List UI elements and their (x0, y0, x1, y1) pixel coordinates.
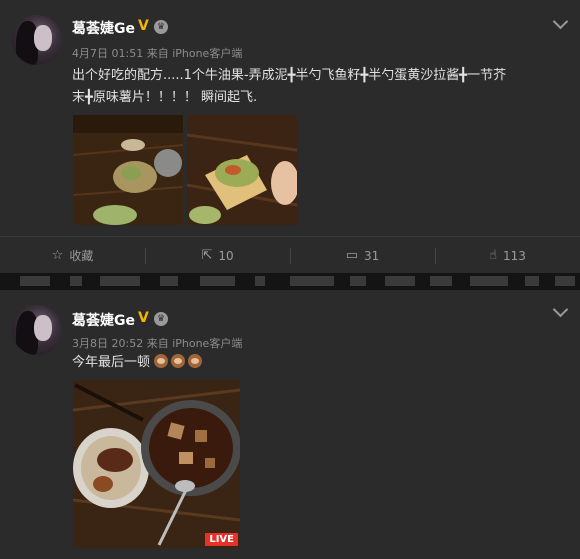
post-image-2[interactable] (187, 115, 297, 225)
post-text-line: 出个好吃的配方.....1个牛油果-弄成泥╋半勺飞鱼籽╋半勺蛋黄沙拉酱╋一节芥 (72, 68, 507, 83)
post-date[interactable]: 3月8日 20:52 (72, 337, 143, 350)
chevron-down-icon[interactable] (552, 301, 569, 318)
like-button[interactable]: ☝ 113 (435, 237, 580, 274)
repost-button[interactable]: ⇱ 10 (145, 237, 290, 274)
chevron-down-icon[interactable] (552, 13, 569, 30)
comment-button[interactable]: ▭ 31 (290, 237, 435, 274)
favorite-button[interactable]: ☆ 收藏 (0, 237, 145, 274)
avatar[interactable] (12, 305, 62, 355)
star-icon: ☆ (51, 248, 64, 263)
post-text: 今年最后一顿 (72, 352, 572, 374)
divider-strip (0, 273, 580, 290)
share-icon: ⇱ (201, 248, 213, 263)
weibo-post-1: 葛荟婕Ge V ♛ 4月7日 01:51 来自 iPhone客户端 出个好吃的配… (0, 0, 580, 236)
post-meta: 4月7日 01:51 来自 iPhone客户端 (72, 45, 242, 61)
like-count: 113 (503, 248, 526, 263)
comment-icon: ▭ (345, 248, 358, 263)
member-crown-icon: ♛ (154, 312, 168, 326)
post-image-live[interactable]: LIVE (73, 380, 240, 548)
thumbs-up-icon: ☝ (489, 248, 497, 263)
post-text-line: 今年最后一顿 (72, 355, 151, 370)
username[interactable]: 葛荟婕Ge (72, 310, 135, 330)
post-image-1[interactable] (73, 115, 183, 225)
action-bar: ☆ 收藏 ⇱ 10 ▭ 31 ☝ 113 (0, 236, 580, 274)
favorite-label: 收藏 (69, 249, 94, 263)
avatar[interactable] (12, 15, 62, 65)
hear-no-evil-monkey-icon (171, 354, 186, 368)
post-source: 来自 iPhone客户端 (146, 47, 243, 60)
verified-badge-icon: V (138, 18, 149, 34)
username[interactable]: 葛荟婕Ge (72, 18, 135, 38)
comment-count: 31 (364, 248, 380, 263)
member-crown-icon: ♛ (154, 20, 168, 34)
post-text-line: 末╋原味薯片！！！！ 瞬间起飞. (72, 90, 258, 105)
see-no-evil-monkey-icon (154, 354, 169, 368)
repost-count: 10 (218, 248, 234, 263)
verified-badge-icon: V (138, 310, 149, 326)
post-text: 出个好吃的配方.....1个牛油果-弄成泥╋半勺飞鱼籽╋半勺蛋黄沙拉酱╋一节芥 … (72, 65, 572, 109)
speak-no-evil-monkey-icon (188, 354, 203, 368)
live-badge: LIVE (205, 533, 238, 546)
post-date[interactable]: 4月7日 01:51 (72, 47, 143, 60)
post-meta: 3月8日 20:52 来自 iPhone客户端 (72, 335, 242, 351)
weibo-post-2: 葛荟婕Ge V ♛ 3月8日 20:52 来自 iPhone客户端 今年最后一顿 (0, 290, 580, 559)
post-source: 来自 iPhone客户端 (146, 337, 243, 350)
